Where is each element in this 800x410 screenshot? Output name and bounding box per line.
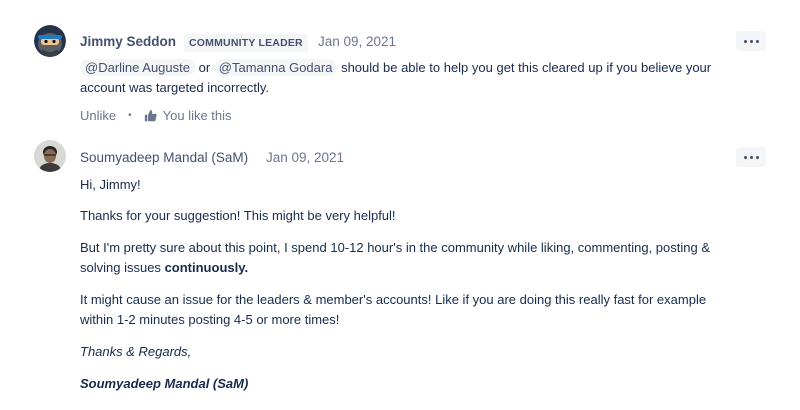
dot-icon [755, 155, 759, 159]
thanks-paragraph: Thanks for your suggestion! This might b… [80, 208, 396, 223]
more-options-button[interactable] [736, 31, 766, 51]
thumbs-up-icon [144, 109, 157, 122]
dot-icon [743, 155, 747, 159]
signature-text: Soumyadeep Mandal (SaM) [80, 376, 249, 391]
community-leader-badge: COMMUNITY LEADER [184, 34, 308, 52]
mention-darline[interactable]: @Darline Auguste [80, 59, 195, 76]
comment-author[interactable]: Soumyadeep Mandal (SaM) [80, 150, 248, 165]
comment-actions: Unlike • You like this [80, 108, 232, 123]
reason-paragraph: But I'm pretty sure about this point, I … [80, 238, 780, 278]
avatar-photo-icon[interactable] [34, 140, 66, 172]
issue-line1: It might cause an issue for the leaders … [80, 292, 707, 307]
reason-emphasis: continuously. [164, 260, 249, 275]
comment-date[interactable]: Jan 09, 2021 [266, 150, 344, 165]
comment-date[interactable]: Jan 09, 2021 [318, 34, 396, 49]
more-options-button[interactable] [736, 147, 766, 167]
avatar-ninja-icon[interactable] [34, 25, 66, 57]
connector-text: or [198, 60, 211, 75]
regards-text: Thanks & Regards, [80, 344, 192, 359]
comment-author[interactable]: Jimmy Seddon [80, 34, 176, 49]
reason-line2: solving issues [80, 260, 161, 275]
separator-dot: • [128, 110, 132, 121]
unlike-button[interactable]: Unlike [80, 108, 116, 123]
dot-icon [749, 39, 753, 43]
greeting-paragraph: Hi, Jimmy! [80, 177, 141, 192]
comment-body: @Darline Auguste or @Tamanna Godara shou… [80, 58, 760, 98]
signature-paragraph: Soumyadeep Mandal (SaM) [80, 374, 248, 394]
dot-icon [743, 39, 747, 43]
reason-line1: But I'm pretty sure about this point, I … [80, 240, 711, 255]
dot-icon [749, 155, 753, 159]
issue-paragraph: It might cause an issue for the leaders … [80, 290, 780, 330]
body-text: should be able to help you get this clea… [341, 60, 712, 75]
regards-paragraph: Thanks & Regards, [80, 342, 191, 362]
issue-line2: within 1-2 minutes posting 4-5 or more t… [80, 312, 340, 327]
mention-tamanna[interactable]: @Tamanna Godara [213, 59, 338, 76]
likes-text[interactable]: You like this [163, 108, 232, 123]
body-text-line2: account was targeted incorrectly. [80, 80, 270, 95]
dot-icon [755, 39, 759, 43]
